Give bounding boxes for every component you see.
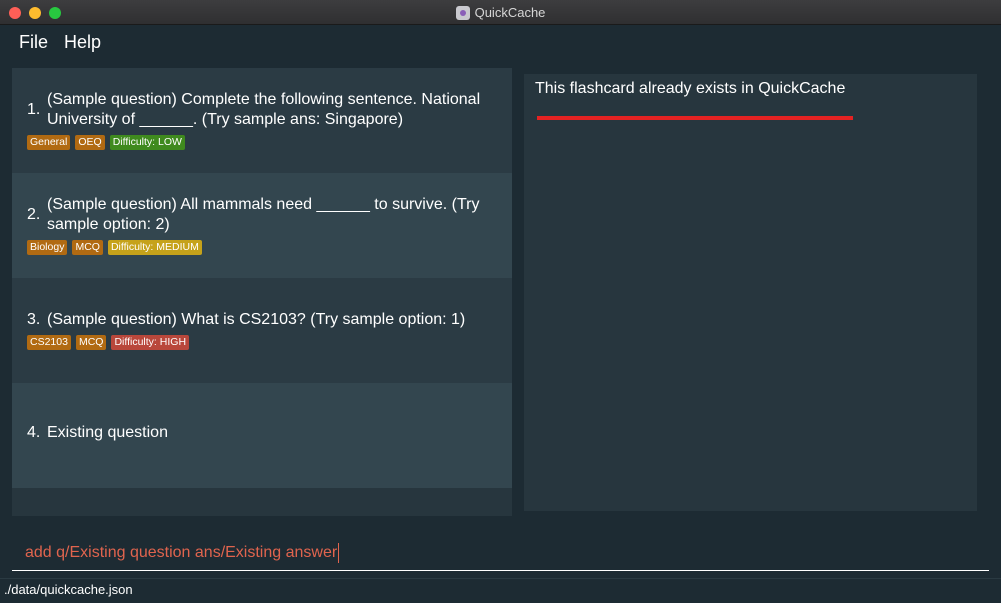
flashcard-item[interactable]: 2. (Sample question) All mammals need __… [12, 173, 512, 278]
quickcache-app-icon [455, 5, 470, 20]
text-caret [338, 543, 340, 563]
flashcard-question: (Sample question) What is CS2103? (Try s… [47, 311, 466, 328]
title-bar: QuickCache [0, 0, 1001, 25]
flashcard-number: 3. [27, 311, 41, 328]
flashcard-question-row: 2. (Sample question) All mammals need __… [27, 195, 497, 235]
window-title: QuickCache [474, 5, 546, 20]
flashcard-number: 2. [27, 206, 41, 223]
tag-label: MCQ [72, 240, 103, 255]
tag-label: OEQ [75, 135, 105, 150]
tag-label: Biology [27, 240, 68, 255]
command-input-text[interactable]: add q/Existing question ans/Existing ans… [25, 543, 340, 563]
flashcard-item[interactable]: 4. Existing question [12, 383, 512, 488]
status-bar [0, 578, 1001, 603]
flashcard-question-row: 1. (Sample question) Complete the follow… [27, 90, 497, 130]
menu-bar: File Help [0, 25, 1001, 60]
window-title-group: QuickCache [0, 0, 1001, 25]
flashcard-tags: CS2103 MCQ Difficulty: HIGH [27, 335, 190, 350]
flashcard-number: 1. [27, 101, 41, 118]
difficulty-badge: Difficulty: LOW [109, 135, 185, 150]
result-display [524, 74, 977, 511]
tag-label: CS2103 [27, 335, 71, 350]
flashcard-question: Existing question [47, 424, 168, 441]
flashcard-number: 4. [27, 424, 41, 441]
result-message: This flashcard already exists in QuickCa… [535, 80, 846, 97]
flashcard-tags: General OEQ Difficulty: LOW [27, 135, 185, 150]
flashcard-question: (Sample question) All mammals need _____… [47, 196, 480, 233]
menu-help[interactable]: Help [64, 32, 101, 53]
save-location-path: ./data/quickcache.json [4, 582, 133, 597]
tag-label: MCQ [75, 335, 107, 350]
flashcard-question-row: 3. (Sample question) What is CS2103? (Tr… [27, 310, 497, 330]
error-status-indicator [537, 116, 853, 120]
menu-file[interactable]: File [19, 32, 48, 53]
difficulty-badge: Difficulty: HIGH [111, 335, 190, 350]
difficulty-badge: Difficulty: MEDIUM [107, 240, 202, 255]
flashcard-item[interactable]: 1. (Sample question) Complete the follow… [12, 68, 512, 173]
command-value: add q/Existing question ans/Existing ans… [25, 544, 338, 561]
flashcard-tags: Biology MCQ Difficulty: MEDIUM [27, 240, 202, 255]
tag-label: General [27, 135, 71, 150]
flashcard-question: (Sample question) Complete the following… [47, 91, 481, 128]
flashcard-item[interactable]: 3. (Sample question) What is CS2103? (Tr… [12, 278, 512, 383]
flashcard-list[interactable]: 1. (Sample question) Complete the follow… [12, 68, 512, 516]
flashcard-question-row: 4. Existing question [27, 423, 497, 443]
